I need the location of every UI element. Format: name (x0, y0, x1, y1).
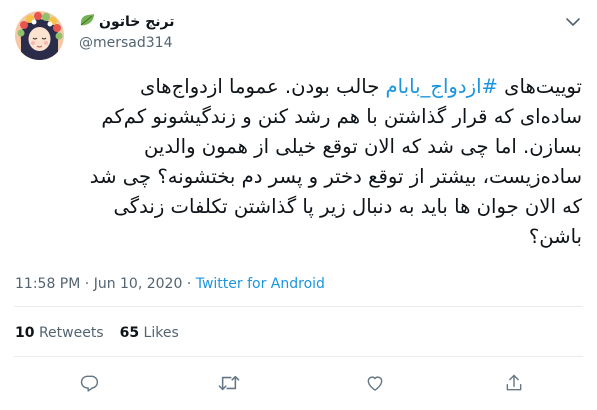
tweet-line-5: که الان جوان ها باید به دنبال زیر پا گذا… (113, 195, 582, 218)
retweets-stat[interactable]: 10 Retweets (15, 325, 104, 341)
user-handle[interactable]: @mersad314 (79, 35, 173, 51)
tweet-source-link[interactable]: Twitter for Android (196, 276, 325, 292)
retweets-label: Retweets (38, 325, 104, 341)
hashtag-link[interactable]: #ازدواج_بابام (386, 75, 498, 98)
tweet-stats: 10 Retweets 65 Likes (15, 325, 179, 341)
likes-count: 65 (119, 325, 140, 341)
tweet-text-segment: توییت‌های (497, 75, 582, 98)
chevron-down-icon[interactable] (561, 10, 585, 34)
retweet-icon[interactable] (217, 371, 241, 395)
action-bar (0, 371, 597, 395)
meta-separator: · (80, 276, 94, 292)
likes-stat[interactable]: 65 Likes (120, 325, 179, 341)
tweet-time[interactable]: 11:58 PM (15, 276, 80, 292)
meta-separator: · (182, 276, 196, 292)
reply-icon[interactable] (77, 371, 101, 395)
leaf-emoji-icon (79, 13, 95, 31)
tweet-text: توییت‌های #ازدواج_بابام جالب بودن. عموما… (14, 72, 582, 252)
tweet-line-6: باشن؟ (528, 225, 582, 248)
tweet-date[interactable]: Jun 10, 2020 (94, 276, 183, 292)
tweet-line-1: توییت‌های #ازدواج_بابام جالب بودن. عموما… (14, 72, 582, 102)
tweet-line-4: ساده‌زیست، بیشتر از توقع دختر و پسر دم ب… (89, 165, 582, 188)
retweets-count: 10 (15, 325, 35, 341)
divider (14, 356, 583, 357)
tweet-card: ترنج خاتون @mersad314 توییت‌های #ازدواج_… (0, 0, 597, 410)
divider (14, 306, 583, 307)
heart-icon[interactable] (363, 371, 387, 395)
tweet-text-segment: جالب بودن. عموما ازدواج‌های (139, 75, 386, 98)
tweet-meta: 11:58 PM · Jun 10, 2020 · Twitter for An… (15, 276, 325, 292)
display-name[interactable]: ترنج خاتون (99, 14, 175, 30)
display-name-row[interactable]: ترنج خاتون (79, 12, 175, 32)
avatar[interactable] (15, 11, 64, 60)
tweet-line-2: ساده‌ای که قرار گذاشتن با هم رشد کنن و ز… (101, 105, 582, 128)
tweet-line-3: بسازن. اما چی شد که الان توقع خیلی از هم… (144, 135, 582, 158)
likes-label: Likes (143, 325, 179, 341)
share-icon[interactable] (502, 371, 526, 395)
